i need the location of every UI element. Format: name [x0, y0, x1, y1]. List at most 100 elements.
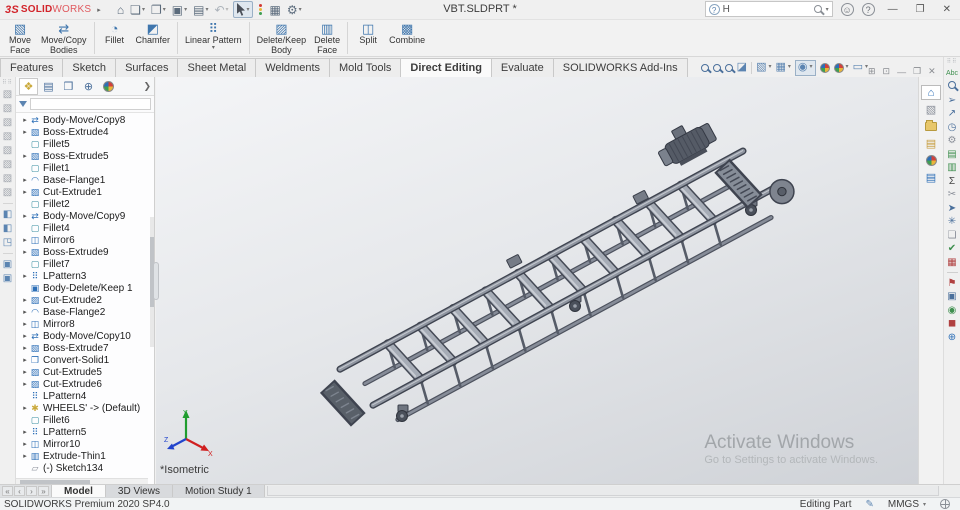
left-strip-icon[interactable]: ▧: [3, 103, 12, 114]
left-strip-icon[interactable]: ◧: [3, 223, 12, 234]
spell-checker-icon[interactable]: Abc: [946, 68, 958, 79]
expand-arrow-icon[interactable]: ▸: [21, 404, 29, 412]
tree-item-wheels-default-[interactable]: ▸ ✱ WHEELS' -> (Default): [16, 402, 148, 414]
zoom-to-area-icon[interactable]: [712, 63, 721, 72]
expand-arrow-icon[interactable]: ▸: [21, 368, 29, 376]
tree-item-body-move-copy9[interactable]: ▸ ⇄ Body-Move/Copy9: [16, 210, 148, 222]
configurationmanager-tab[interactable]: ❒: [59, 78, 78, 95]
close-button[interactable]: ✕: [938, 4, 956, 15]
tree-item-fillet2[interactable]: ▢ Fillet2: [16, 198, 148, 210]
tree-item-mirror10[interactable]: ▸ ◫ Mirror10: [16, 438, 148, 450]
new-document-button[interactable]: ❏ ▾: [128, 1, 147, 18]
minimize-button[interactable]: —: [883, 4, 903, 15]
pages-icon[interactable]: ❏: [948, 230, 957, 241]
tree-item-extrude-thin1[interactable]: ▸ ▥ Extrude-Thin1: [16, 450, 148, 462]
expand-arrow-icon[interactable]: ▸: [21, 296, 29, 304]
tab-mold-tools[interactable]: Mold Tools: [329, 58, 402, 77]
select-button[interactable]: ▾: [232, 1, 253, 18]
tree-item-convert-solid1[interactable]: ▸ ❐ Convert-Solid1: [16, 354, 148, 366]
graphics-viewport[interactable]: Y X Z *Isometric Activate Windows Go to …: [156, 77, 918, 484]
doc-cascade-icon[interactable]: ⊡: [883, 66, 891, 77]
delete-face-button[interactable]: ▥ Delete Face: [310, 21, 344, 55]
collage-icon[interactable]: ⚑: [948, 278, 957, 289]
search-commands-box[interactable]: ? H ▾: [704, 1, 833, 17]
tab-sheet-metal[interactable]: Sheet Metal: [177, 58, 257, 77]
solidworks-resources-tab[interactable]: ▧: [921, 102, 941, 117]
left-strip-icon[interactable]: ▧: [3, 89, 12, 100]
options-button[interactable]: ⚙ ▾: [285, 1, 304, 18]
expand-arrow-icon[interactable]: ▸: [21, 272, 29, 280]
tab-sketch[interactable]: Sketch: [62, 58, 117, 77]
left-strip-icon[interactable]: ▧: [3, 159, 12, 170]
move-face-button[interactable]: ▧ Move Face: [3, 21, 37, 55]
left-strip-icon[interactable]: ◧: [3, 209, 12, 220]
costing-icon[interactable]: ✳: [948, 216, 956, 227]
tree-item-body-move-copy10[interactable]: ▸ ⇄ Body-Move/Copy10: [16, 330, 148, 342]
tree-item-mirror8[interactable]: ▸ ◫ Mirror8: [16, 318, 148, 330]
image-icon[interactable]: ▣: [947, 291, 956, 302]
tab-motion-study-1[interactable]: Motion Study 1: [172, 485, 265, 497]
rebuild-button[interactable]: [255, 1, 266, 18]
toolbar-drag-handle[interactable]: ⠿⠿: [2, 80, 13, 86]
tree-item-fillet6[interactable]: ▢ Fillet6: [16, 414, 148, 426]
file-properties-button[interactable]: ▦: [268, 1, 283, 18]
left-strip-icon[interactable]: ◳: [3, 237, 12, 248]
left-strip-icon[interactable]: ▧: [3, 117, 12, 128]
tab-model[interactable]: Model: [52, 485, 106, 497]
home-button[interactable]: ⌂: [115, 1, 126, 18]
expand-arrow-icon[interactable]: ▸: [21, 308, 29, 316]
tab-features[interactable]: Features: [0, 58, 64, 77]
accept-icon[interactable]: ◉: [948, 305, 957, 316]
move-copy-bodies-button[interactable]: ⇄ Move/Copy Bodies: [37, 21, 91, 55]
tree-item-lpattern5[interactable]: ▸ ⠿ LPattern5: [16, 426, 148, 438]
simulation-icon[interactable]: ⚙: [948, 135, 957, 146]
propertymanager-tab[interactable]: ▤: [39, 78, 58, 95]
filter-icon[interactable]: [19, 101, 27, 107]
delete-keep-body-button[interactable]: ▨ Delete/Keep Body: [253, 21, 311, 55]
appearances-scenes-tab[interactable]: [921, 153, 941, 168]
hide-show-items-icon[interactable]: ◉ ▾: [794, 59, 816, 76]
tools-icon[interactable]: ✂: [948, 189, 956, 200]
left-strip-icon[interactable]: ▧: [3, 145, 12, 156]
expand-arrow-icon[interactable]: ▸: [21, 248, 29, 256]
split-button[interactable]: ◫ Split: [351, 21, 385, 55]
tree-item-fillet7[interactable]: ▢ Fillet7: [16, 258, 148, 270]
tree-item-boss-extrude4[interactable]: ▸ ▧ Boss-Extrude4: [16, 126, 148, 138]
save-button[interactable]: ▣ ▾: [170, 1, 189, 18]
expand-arrow-icon[interactable]: ▸: [21, 320, 29, 328]
expand-arrow-icon[interactable]: ▸: [21, 152, 29, 160]
linear-pattern-button[interactable]: ⠿ Linear Pattern ▾: [181, 21, 246, 55]
expand-arrow-icon[interactable]: ▸: [21, 188, 29, 196]
tree-item-base-flange1[interactable]: ▸ ◠ Base-Flange1: [16, 174, 148, 186]
sustainability-icon[interactable]: ↗: [948, 108, 956, 119]
search-dropdown-icon[interactable]: ▾: [826, 6, 829, 13]
left-strip-icon[interactable]: ▧: [3, 173, 12, 184]
expand-arrow-icon[interactable]: ▸: [21, 128, 29, 136]
tree-item-base-flange2[interactable]: ▸ ◠ Base-Flange2: [16, 306, 148, 318]
expand-arrow-icon[interactable]: ▸: [21, 116, 29, 124]
home-tab[interactable]: ⌂: [921, 85, 941, 100]
tree-item-boss-extrude7[interactable]: ▸ ▧ Boss-Extrude7: [16, 342, 148, 354]
left-strip-icon[interactable]: ▧: [3, 131, 12, 142]
help-button[interactable]: ?: [861, 2, 875, 16]
check-active-document-icon[interactable]: ▥: [947, 162, 956, 173]
globe-icon[interactable]: [940, 499, 950, 509]
doc-close-button[interactable]: ✕: [928, 66, 936, 77]
tree-item-lpattern3[interactable]: ▸ ⠿ LPattern3: [16, 270, 148, 282]
restore-button[interactable]: ❐: [911, 4, 930, 15]
expand-arrow-icon[interactable]: ▸: [21, 356, 29, 364]
displaymanager-tab[interactable]: [99, 78, 118, 95]
expand-arrow-icon[interactable]: ▸: [21, 440, 29, 448]
tree-item-cut-extrude1[interactable]: ▸ ▨ Cut-Extrude1: [16, 186, 148, 198]
expand-arrow-icon[interactable]: ▸: [21, 332, 29, 340]
fillet-button[interactable]: ◔ Fillet: [98, 21, 132, 55]
tree-item-fillet5[interactable]: ▢ Fillet5: [16, 138, 148, 150]
open-button[interactable]: ❐ ▾: [149, 1, 168, 18]
view-settings-icon[interactable]: ▭ ▾: [853, 62, 868, 73]
tree-item-body-move-copy8[interactable]: ▸ ⇄ Body-Move/Copy8: [16, 114, 148, 126]
edit-appearance-icon[interactable]: [819, 62, 830, 73]
expand-arrow-icon[interactable]: ▸: [21, 380, 29, 388]
login-button[interactable]: ☺: [840, 2, 854, 16]
section-view-icon[interactable]: ◪: [737, 62, 747, 73]
undo-button[interactable]: ↶ ▾: [212, 1, 230, 18]
